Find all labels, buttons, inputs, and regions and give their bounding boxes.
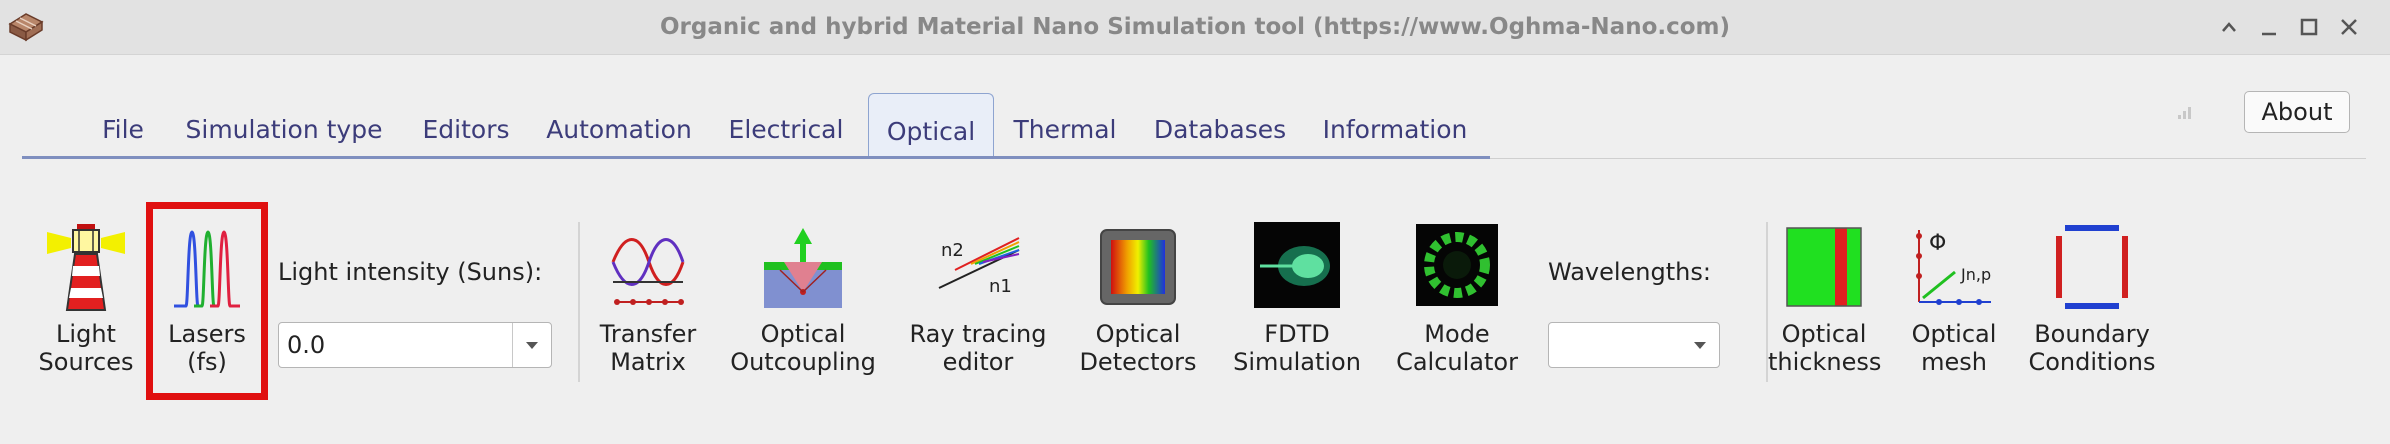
optical-detector-icon (1100, 229, 1176, 305)
ray-tracing-label: Ray tracing editor (909, 320, 1047, 376)
boundary-conditions-label: Boundary Conditions (2028, 320, 2156, 376)
optical-thickness-icon (1786, 227, 1862, 307)
mode-calculator-button[interactable]: Mode Calculator (1384, 222, 1530, 376)
tab-optical[interactable]: Optical (868, 93, 994, 158)
lighthouse-icon (47, 224, 125, 311)
close-icon[interactable] (2334, 12, 2364, 42)
tab-editors[interactable]: Editors (416, 105, 516, 155)
optical-mesh-icon: Φ Jn,p (1916, 230, 1991, 305)
chevron-down-icon (1694, 342, 1706, 349)
tab-bar-underline (22, 156, 1490, 159)
minimize-icon[interactable] (2254, 12, 2284, 42)
window-title: Organic and hybrid Material Nano Simulat… (659, 14, 1731, 40)
fdtd-label: FDTD Simulation (1233, 320, 1361, 376)
light-sources-button[interactable]: Light Sources (26, 222, 146, 376)
mesh-phi-label: Φ (1929, 231, 1946, 256)
optical-detectors-label: Optical Detectors (1079, 320, 1197, 376)
tab-information[interactable]: Information (1320, 105, 1470, 155)
optical-thickness-label: Optical thickness (1768, 320, 1882, 376)
chevron-down-icon (526, 342, 538, 349)
transfer-matrix-label: Transfer Matrix (599, 320, 697, 376)
tab-simulation-type[interactable]: Simulation type (180, 105, 388, 155)
maximize-up-icon[interactable] (2214, 12, 2244, 42)
light-intensity-dropdown[interactable] (512, 323, 551, 367)
light-intensity-label: Light intensity (Suns): (278, 258, 543, 286)
tab-automation[interactable]: Automation (544, 105, 694, 155)
optical-thickness-button[interactable]: Optical thickness (1768, 222, 1882, 376)
optical-detectors-button[interactable]: Optical Detectors (1076, 222, 1200, 376)
lasers-highlight-box (146, 202, 268, 400)
optical-mesh-label: Optical mesh (1911, 320, 1997, 376)
tab-databases[interactable]: Databases (1150, 105, 1290, 155)
tab-thermal[interactable]: Thermal (1010, 105, 1120, 155)
transfer-matrix-icon (611, 238, 685, 305)
maximize-icon[interactable] (2294, 12, 2324, 42)
wavelengths-combo[interactable] (1548, 322, 1720, 368)
ray-n1-label: n1 (989, 276, 1012, 297)
mode-calculator-label: Mode Calculator (1396, 320, 1518, 376)
optical-outcoupling-label: Optical Outcoupling (730, 320, 876, 376)
wavelengths-label: Wavelengths: (1548, 258, 1711, 286)
ray-tracing-icon: n2 n1 (938, 237, 1020, 297)
fdtd-simulation-button[interactable]: FDTD Simulation (1222, 222, 1372, 376)
optical-mesh-button[interactable]: Φ Jn,p Optical mesh (1900, 222, 2008, 376)
boundary-conditions-icon (2056, 225, 2128, 309)
light-sources-label: Light Sources (38, 320, 134, 376)
mode-calculator-icon (1416, 224, 1498, 306)
outcoupling-icon (764, 228, 842, 308)
fdtd-icon (1254, 222, 1340, 308)
ray-n2-label: n2 (941, 240, 964, 261)
transfer-matrix-button[interactable]: Transfer Matrix (590, 222, 706, 376)
mesh-j-label: Jn,p (1960, 265, 1991, 284)
boundary-conditions-button[interactable]: Boundary Conditions (2024, 222, 2160, 376)
ray-tracing-editor-button[interactable]: n2 n1 Ray tracing editor (900, 222, 1056, 376)
tab-bar-divider (1490, 158, 2366, 159)
light-intensity-value: 0.0 (287, 331, 326, 359)
title-bar: Organic and hybrid Material Nano Simulat… (0, 0, 2390, 55)
signal-strength-icon (2178, 107, 2191, 119)
about-button[interactable]: About (2244, 91, 2350, 133)
light-intensity-combo[interactable]: 0.0 (278, 322, 552, 368)
wavelengths-dropdown[interactable] (1681, 323, 1719, 367)
tab-electrical[interactable]: Electrical (724, 105, 848, 155)
separator (578, 222, 580, 382)
optical-outcoupling-button[interactable]: Optical Outcoupling (726, 222, 880, 376)
tab-file[interactable]: File (94, 105, 152, 155)
